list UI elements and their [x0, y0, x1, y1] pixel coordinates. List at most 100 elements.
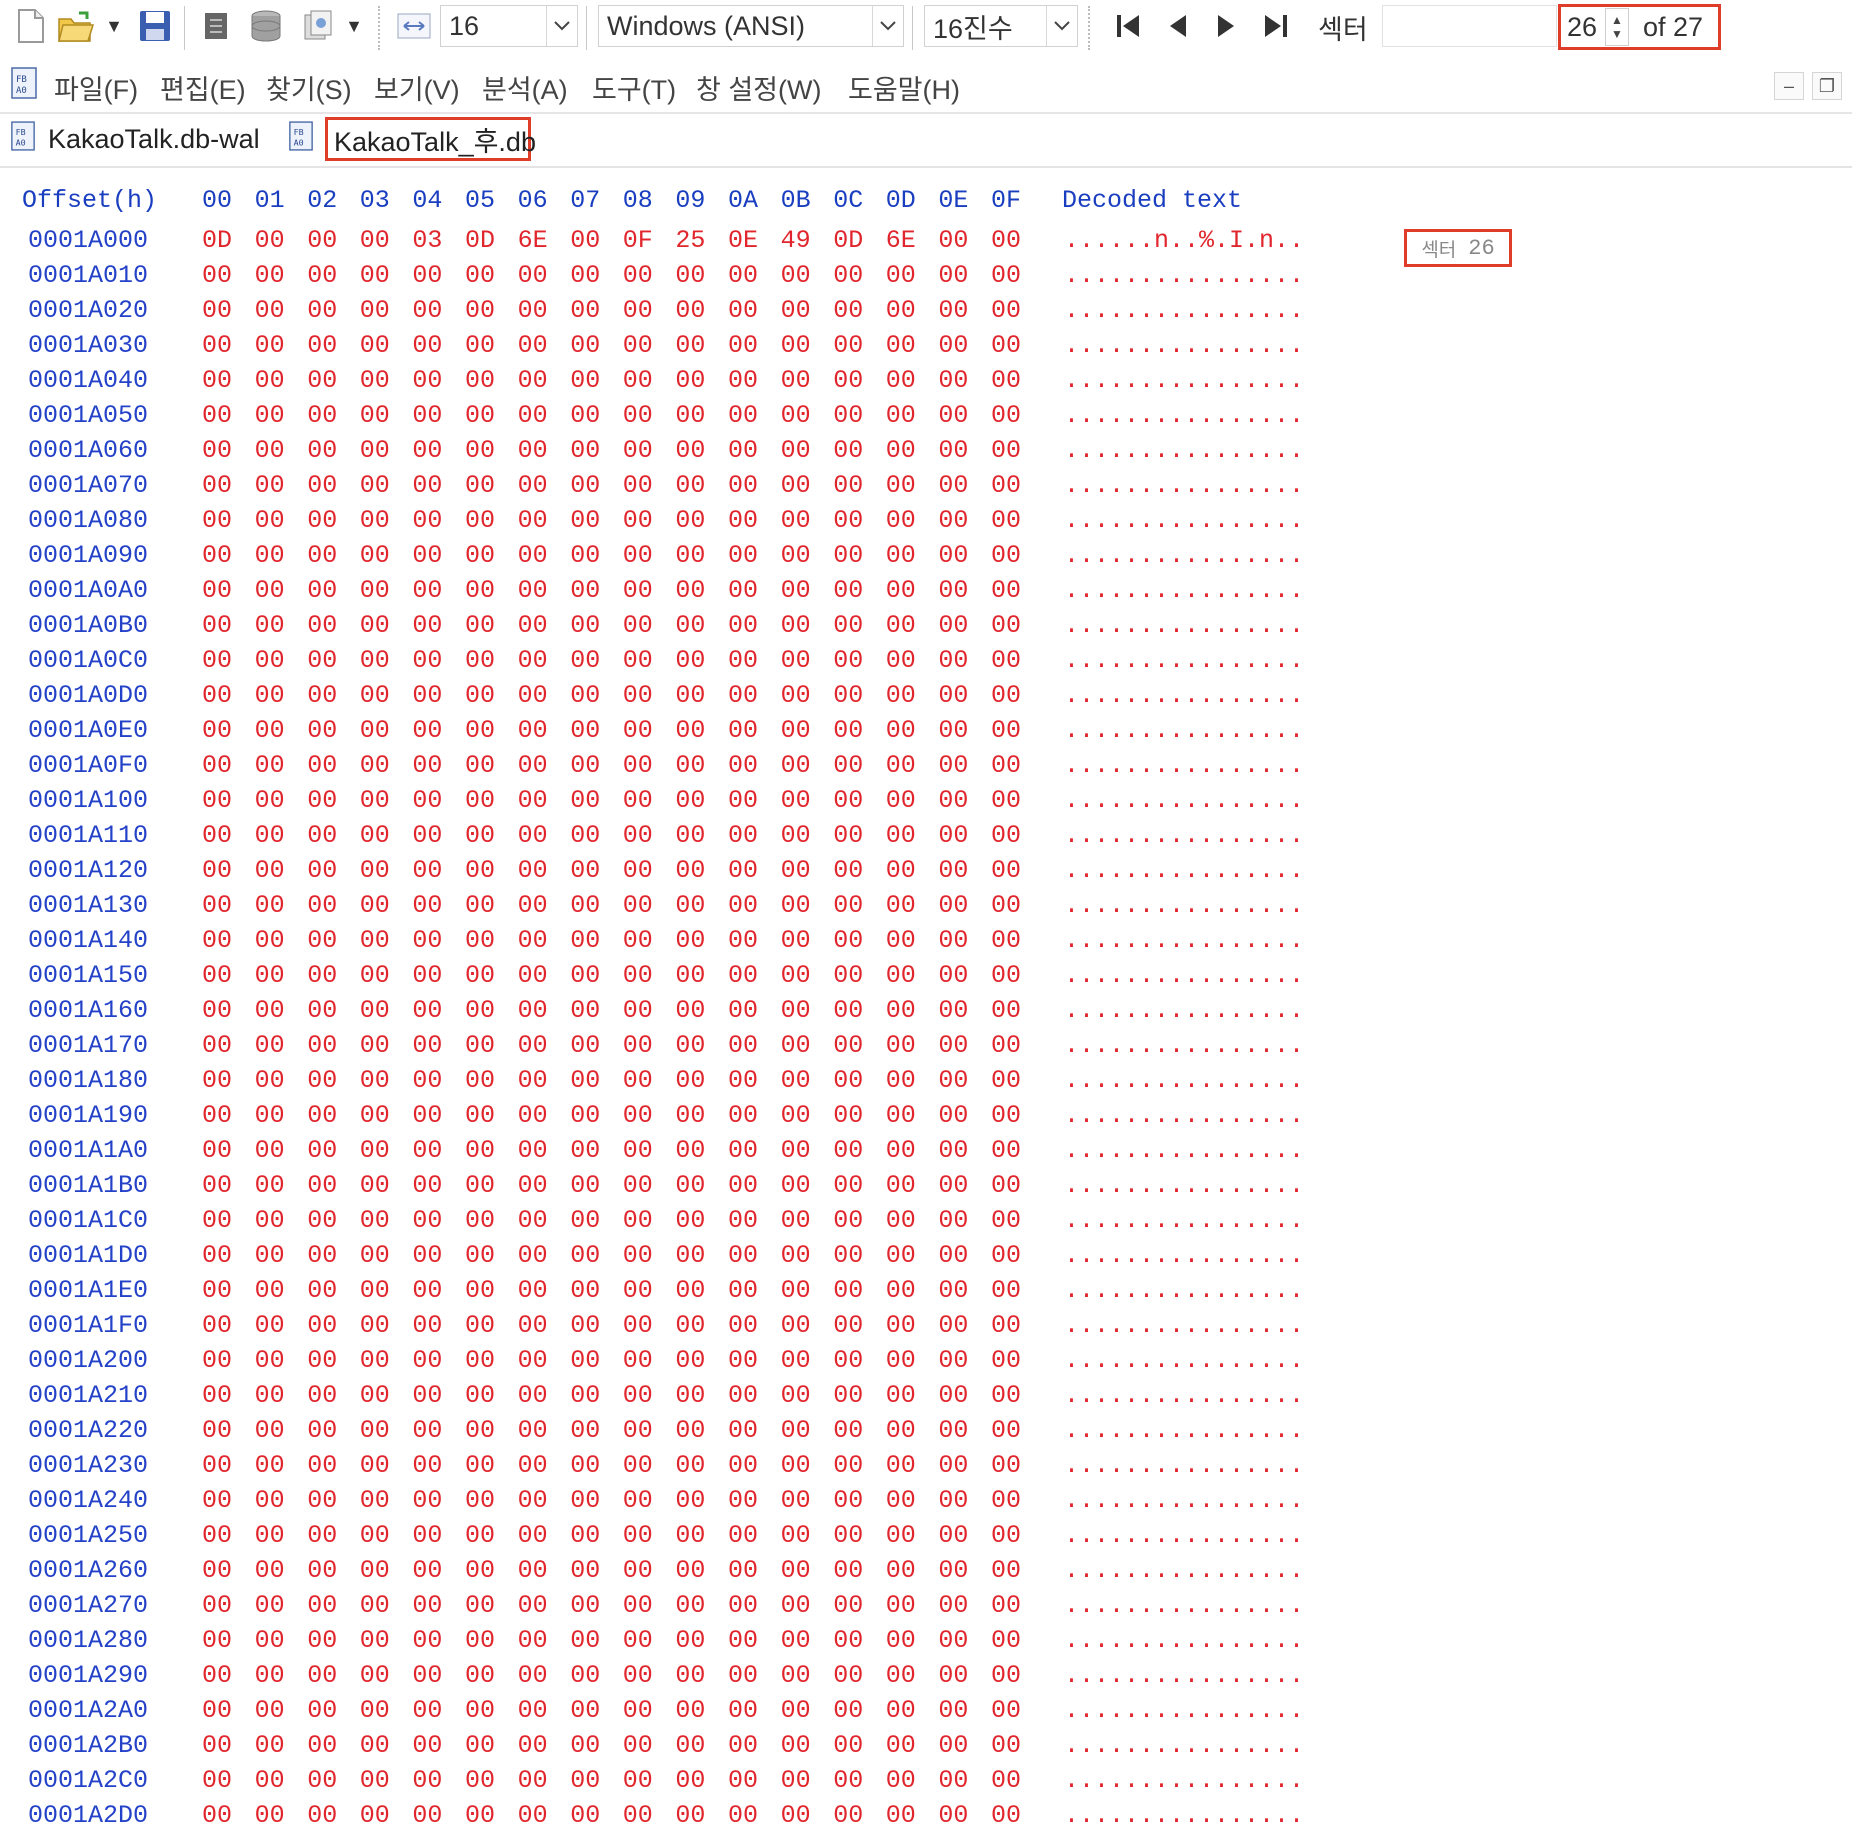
byte-cell[interactable]: 00 [360, 926, 390, 955]
hex-row[interactable]: 0001A110 00 00 00 00 00 00 00 00 00 00 00 00 00 00 00 00… [0, 821, 1852, 856]
byte-cell[interactable]: 00 [623, 401, 653, 430]
byte-cell[interactable]: 00 [570, 1521, 600, 1550]
byte-cell[interactable]: 00 [202, 751, 232, 780]
spin-down-icon[interactable]: ▼ [1611, 27, 1623, 41]
byte-cell[interactable]: 00 [781, 681, 811, 710]
byte-cell[interactable]: 00 [781, 576, 811, 605]
byte-cell[interactable]: 00 [833, 821, 863, 850]
byte-cell[interactable]: 00 [623, 331, 653, 360]
byte-cell[interactable]: 00 [833, 1731, 863, 1760]
byte-cell[interactable]: 00 [412, 1731, 442, 1760]
byte-cell[interactable]: 00 [623, 751, 653, 780]
byte-cell[interactable]: 00 [412, 961, 442, 990]
byte-cell[interactable]: 00 [886, 296, 916, 325]
byte-cell[interactable]: 00 [412, 786, 442, 815]
byte-cell[interactable]: 00 [202, 1801, 232, 1830]
byte-cell[interactable]: 00 [465, 1066, 495, 1095]
byte-cell[interactable]: 00 [623, 786, 653, 815]
byte-cell[interactable]: 00 [938, 1381, 968, 1410]
byte-cell[interactable]: 00 [307, 891, 337, 920]
byte-cell[interactable]: 00 [255, 1486, 285, 1515]
byte-cell[interactable]: 00 [781, 1066, 811, 1095]
byte-cell[interactable]: 00 [570, 926, 600, 955]
byte-cell[interactable]: 00 [570, 576, 600, 605]
byte-cell[interactable]: 00 [886, 331, 916, 360]
byte-cell[interactable]: 00 [465, 506, 495, 535]
byte-cell[interactable]: 00 [675, 401, 705, 430]
byte-cell[interactable]: 00 [623, 1591, 653, 1620]
byte-cell[interactable]: 00 [202, 681, 232, 710]
bytes-per-row-select[interactable]: 16 [440, 5, 578, 47]
byte-cell[interactable]: 00 [202, 1206, 232, 1235]
byte-cell[interactable]: 00 [360, 856, 390, 885]
byte-cell[interactable]: 00 [886, 1031, 916, 1060]
byte-cell[interactable]: 00 [518, 716, 548, 745]
byte-cell[interactable]: 00 [781, 1136, 811, 1165]
database-icon[interactable] [246, 6, 286, 46]
byte-cell[interactable]: 00 [886, 1346, 916, 1375]
byte-cell[interactable]: 00 [360, 436, 390, 465]
byte-cell[interactable]: 00 [728, 1626, 758, 1655]
byte-cell[interactable]: 00 [202, 1731, 232, 1760]
byte-cell[interactable]: 00 [360, 786, 390, 815]
byte-cell[interactable]: 00 [675, 891, 705, 920]
byte-cell[interactable]: 00 [307, 436, 337, 465]
byte-cell[interactable]: 00 [886, 786, 916, 815]
byte-cell[interactable]: 00 [675, 1731, 705, 1760]
byte-cell[interactable]: 00 [675, 1766, 705, 1795]
byte-cell[interactable]: 00 [255, 1766, 285, 1795]
decoded-text-cell[interactable]: ................ [1064, 1136, 1304, 1165]
byte-cell[interactable]: 00 [360, 1241, 390, 1270]
byte-cell[interactable]: 00 [360, 961, 390, 990]
byte-cell[interactable]: 00 [360, 331, 390, 360]
byte-cell[interactable]: 00 [518, 1416, 548, 1445]
byte-cell[interactable]: 00 [833, 646, 863, 675]
byte-cell[interactable]: 00 [412, 436, 442, 465]
byte-cell[interactable]: 00 [360, 541, 390, 570]
byte-cell[interactable]: 00 [255, 436, 285, 465]
byte-cell[interactable]: 00 [465, 786, 495, 815]
byte-cell[interactable]: 00 [518, 996, 548, 1025]
byte-cell[interactable]: 00 [518, 1136, 548, 1165]
byte-cell[interactable]: 00 [518, 1696, 548, 1725]
byte-cell[interactable]: 00 [360, 1766, 390, 1795]
byte-cell[interactable]: 00 [675, 996, 705, 1025]
byte-cell[interactable]: 00 [938, 1311, 968, 1340]
byte-cell[interactable]: 00 [728, 821, 758, 850]
byte-cell[interactable]: 00 [307, 1031, 337, 1060]
byte-cell[interactable]: 00 [307, 716, 337, 745]
hex-row[interactable]: 0001A250 00 00 00 00 00 00 00 00 00 00 00 00 00 00 00 00… [0, 1521, 1852, 1556]
byte-cell[interactable]: 00 [465, 856, 495, 885]
byte-cell[interactable]: 00 [255, 1696, 285, 1725]
byte-cell[interactable]: 00 [570, 331, 600, 360]
byte-cell[interactable]: 00 [255, 1626, 285, 1655]
byte-cell[interactable]: 00 [886, 1136, 916, 1165]
byte-cell[interactable]: 00 [307, 786, 337, 815]
byte-cell[interactable]: 00 [518, 1486, 548, 1515]
byte-cell[interactable]: 00 [255, 401, 285, 430]
byte-cell[interactable]: 00 [623, 1801, 653, 1830]
byte-cell[interactable]: 00 [570, 1031, 600, 1060]
byte-cell[interactable]: 00 [465, 1206, 495, 1235]
byte-cell[interactable]: 00 [938, 471, 968, 500]
decoded-text-cell[interactable]: ................ [1064, 1101, 1304, 1130]
byte-cell[interactable]: 00 [465, 1486, 495, 1515]
hex-row[interactable]: 0001A290 00 00 00 00 00 00 00 00 00 00 00 00 00 00 00 00… [0, 1661, 1852, 1696]
byte-cell[interactable]: 00 [202, 1486, 232, 1515]
byte-cell[interactable]: 00 [728, 366, 758, 395]
byte-cell[interactable]: 00 [465, 681, 495, 710]
byte-cell[interactable]: 00 [991, 1311, 1021, 1340]
byte-cell[interactable]: 00 [360, 1801, 390, 1830]
byte-cell[interactable]: 00 [886, 261, 916, 290]
byte-cell[interactable]: 00 [938, 856, 968, 885]
byte-cell[interactable]: 00 [307, 1346, 337, 1375]
byte-cell[interactable]: 00 [675, 611, 705, 640]
byte-cell[interactable]: 00 [623, 1311, 653, 1340]
byte-cell[interactable]: 00 [833, 926, 863, 955]
tab-active-icon-holder[interactable]: FB A0 [288, 116, 326, 162]
byte-cell[interactable]: 00 [991, 891, 1021, 920]
byte-cell[interactable]: 00 [255, 1556, 285, 1585]
byte-cell[interactable]: 00 [781, 471, 811, 500]
byte-cell[interactable]: 00 [518, 611, 548, 640]
byte-cell[interactable]: 00 [781, 1731, 811, 1760]
